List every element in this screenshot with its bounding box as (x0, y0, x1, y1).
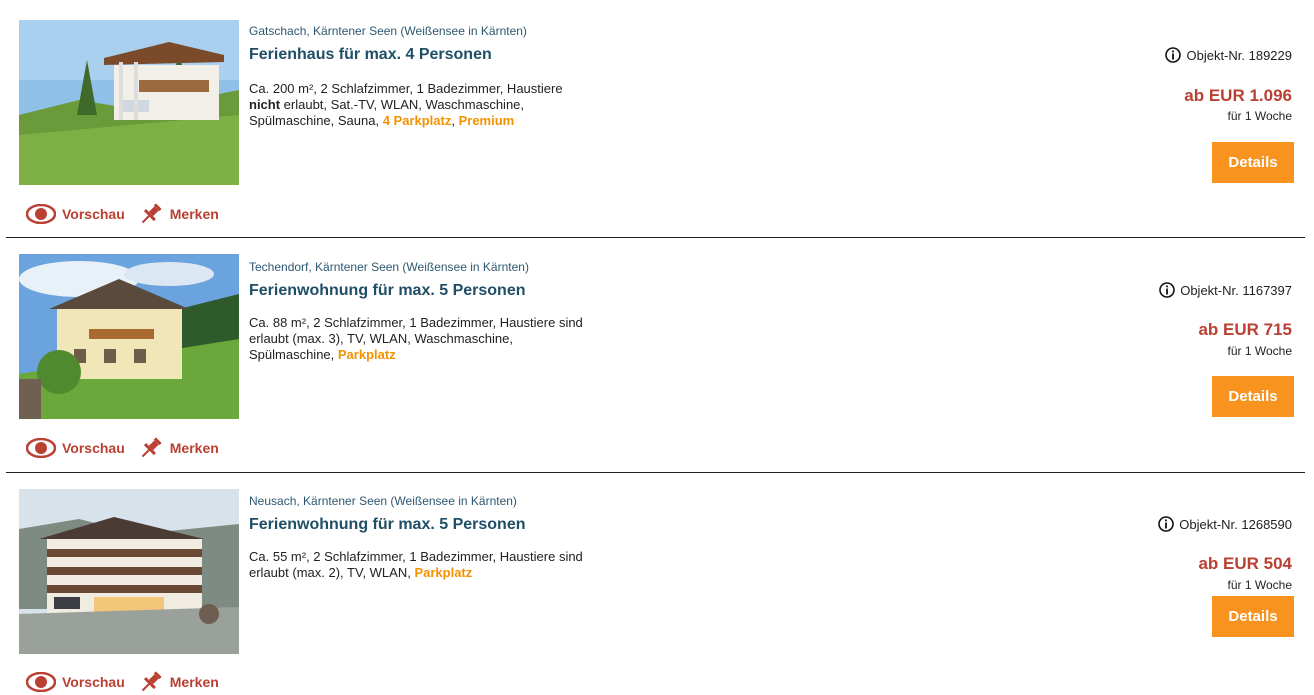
price-period: für 1 Woche (1227, 578, 1292, 592)
details-button[interactable]: Details (1212, 142, 1294, 183)
pin-icon (141, 671, 162, 692)
highlight-parking: Parkplatz (337, 347, 396, 362)
object-number-text: Objekt-Nr. 1268590 (1179, 516, 1292, 532)
listing-price: ab EUR 1.096 (1184, 86, 1292, 105)
details-button[interactable]: Details (1212, 376, 1294, 417)
remember-button[interactable]: Merken (138, 435, 219, 461)
pin-icon (141, 203, 162, 224)
remember-label: Merken (169, 440, 219, 456)
preview-button[interactable]: Vorschau (26, 438, 125, 458)
object-number: Objekt-Nr. 1167397 (1159, 282, 1292, 298)
listing-actions: Vorschau Merken (26, 669, 219, 695)
listing-card: Vorschau Merken Neusach, Kärntener Seen … (0, 473, 1314, 692)
desc-text: Ca. 88 m², 2 Schlafzimmer, 1 Badezimmer,… (249, 315, 583, 362)
info-icon (1158, 516, 1175, 532)
object-number: Objekt-Nr. 1268590 (1158, 516, 1292, 532)
listing-list: Vorschau Merken Gatschach, Kärntener See… (0, 0, 1314, 692)
listing-location: Neusach, Kärntener Seen (Weißensee in Kä… (249, 494, 517, 508)
listing-price: ab EUR 504 (1198, 554, 1292, 573)
listing-title[interactable]: Ferienwohnung für max. 5 Personen (249, 516, 526, 534)
listing-actions: Vorschau Merken (26, 435, 219, 461)
info-icon (1159, 282, 1176, 298)
pin-icon (141, 437, 162, 458)
preview-label: Vorschau (62, 206, 125, 222)
listing-location: Gatschach, Kärntener Seen (Weißensee in … (249, 24, 527, 38)
desc-bold: nicht (249, 97, 281, 112)
listing-location: Techendorf, Kärntener Seen (Weißensee in… (249, 260, 529, 274)
listing-actions: Vorschau Merken (26, 201, 219, 227)
preview-label: Vorschau (62, 674, 125, 690)
eye-icon (26, 204, 56, 224)
price-period: für 1 Woche (1227, 344, 1292, 358)
listing-description: Ca. 200 m², 2 Schlafzimmer, 1 Badezimmer… (249, 81, 594, 129)
listing-photo[interactable] (19, 489, 239, 654)
desc-text: Ca. 200 m², 2 Schlafzimmer, 1 Badezimmer… (249, 81, 563, 96)
listing-description: Ca. 88 m², 2 Schlafzimmer, 1 Badezimmer,… (249, 315, 594, 363)
object-number: Objekt-Nr. 189229 (1165, 47, 1292, 63)
details-button[interactable]: Details (1212, 596, 1294, 637)
remember-label: Merken (169, 674, 219, 690)
listing-photo[interactable] (19, 254, 239, 419)
object-number-text: Objekt-Nr. 189229 (1186, 47, 1292, 63)
listing-title[interactable]: Ferienwohnung für max. 5 Personen (249, 282, 526, 300)
remember-button[interactable]: Merken (138, 669, 219, 695)
preview-label: Vorschau (62, 440, 125, 456)
highlight-parking: 4 Parkplatz (382, 113, 452, 128)
preview-button[interactable]: Vorschau (26, 204, 125, 224)
listing-price: ab EUR 715 (1198, 320, 1292, 339)
desc-separator: , (451, 113, 459, 128)
listing-description: Ca. 55 m², 2 Schlafzimmer, 1 Badezimmer,… (249, 549, 594, 581)
object-number-text: Objekt-Nr. 1167397 (1180, 282, 1292, 298)
eye-icon (26, 438, 56, 458)
price-period: für 1 Woche (1227, 109, 1292, 123)
preview-button[interactable]: Vorschau (26, 672, 125, 692)
listing-card: Vorschau Merken Techendorf, Kärntener Se… (0, 238, 1314, 472)
highlight-parking: Parkplatz (414, 565, 473, 580)
listing-photo[interactable] (19, 20, 239, 185)
listing-card: Vorschau Merken Gatschach, Kärntener See… (0, 0, 1314, 237)
listing-title[interactable]: Ferienhaus für max. 4 Personen (249, 46, 492, 64)
remember-button[interactable]: Merken (138, 201, 219, 227)
eye-icon (26, 672, 56, 692)
info-icon (1165, 47, 1182, 63)
highlight-premium: Premium (458, 113, 515, 128)
remember-label: Merken (169, 206, 219, 222)
